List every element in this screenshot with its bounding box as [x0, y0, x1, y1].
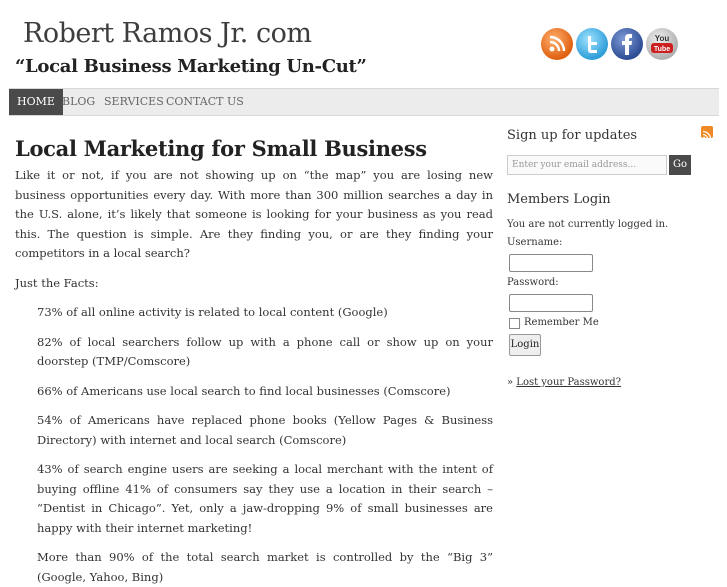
rss-feed-icon[interactable]	[701, 126, 713, 140]
fact-item: 43% of search engine users are seeking a…	[37, 462, 493, 535]
login-button[interactable]: Login	[509, 334, 541, 356]
username-label: Username:	[507, 237, 563, 248]
go-button[interactable]: Go	[669, 155, 691, 175]
login-status: You are not currently logged in.	[507, 219, 669, 230]
social-icons: You Tube	[541, 28, 678, 60]
username-field[interactable]	[509, 254, 593, 272]
lost-password-link[interactable]: Lost your Password?	[516, 377, 621, 388]
rss-icon[interactable]	[541, 28, 573, 60]
members-login-title: Members Login	[507, 192, 611, 207]
youtube-label-bottom: Tube	[654, 46, 670, 53]
site-tagline: “Local Business Marketing Un-Cut”	[15, 56, 367, 77]
site-title[interactable]: Robert Ramos Jr. com	[23, 18, 312, 49]
email-input[interactable]: Enter your email address...	[507, 155, 667, 175]
fact-item: 82% of local searchers follow up with a …	[37, 334, 493, 369]
fact-item: 73% of all online activity is related to…	[37, 305, 388, 319]
signup-title: Sign up for updates	[507, 128, 638, 143]
nav-services[interactable]: SERVICES	[104, 89, 164, 115]
site-header: Robert Ramos Jr. com “Local Business Mar…	[0, 0, 727, 88]
post-title[interactable]: Local Marketing for Small Business	[15, 136, 493, 161]
youtube-icon[interactable]: You Tube	[646, 28, 678, 60]
lost-password: » Lost your Password?	[507, 377, 621, 388]
facts-heading: Just the Facts:	[15, 275, 99, 290]
youtube-label-top: You	[655, 34, 670, 43]
fact-item: More than 90% of the total search market…	[37, 550, 493, 584]
twitter-icon[interactable]	[576, 28, 608, 60]
fact-item: 66% of Americans use local search to fin…	[37, 383, 451, 398]
nav-contact-us[interactable]: CONTACT US	[166, 89, 244, 115]
main-nav: HOME BLOG SERVICES CONTACT US	[9, 88, 719, 116]
password-label: Password:	[507, 277, 559, 288]
password-field[interactable]	[509, 294, 593, 312]
post-intro: Like it or not, if you are not showing u…	[15, 168, 493, 260]
nav-home[interactable]: HOME	[9, 89, 63, 115]
fact-item: 54% of Americans have replaced phone boo…	[37, 413, 493, 447]
remember-me-label: Remember Me	[524, 317, 599, 328]
main-content: Local Marketing for Small Business Like …	[15, 136, 493, 587]
facebook-icon[interactable]	[611, 28, 643, 60]
nav-blog[interactable]: BLOG	[62, 89, 95, 115]
lost-prefix: »	[507, 377, 517, 388]
remember-me-checkbox[interactable]	[509, 318, 520, 329]
